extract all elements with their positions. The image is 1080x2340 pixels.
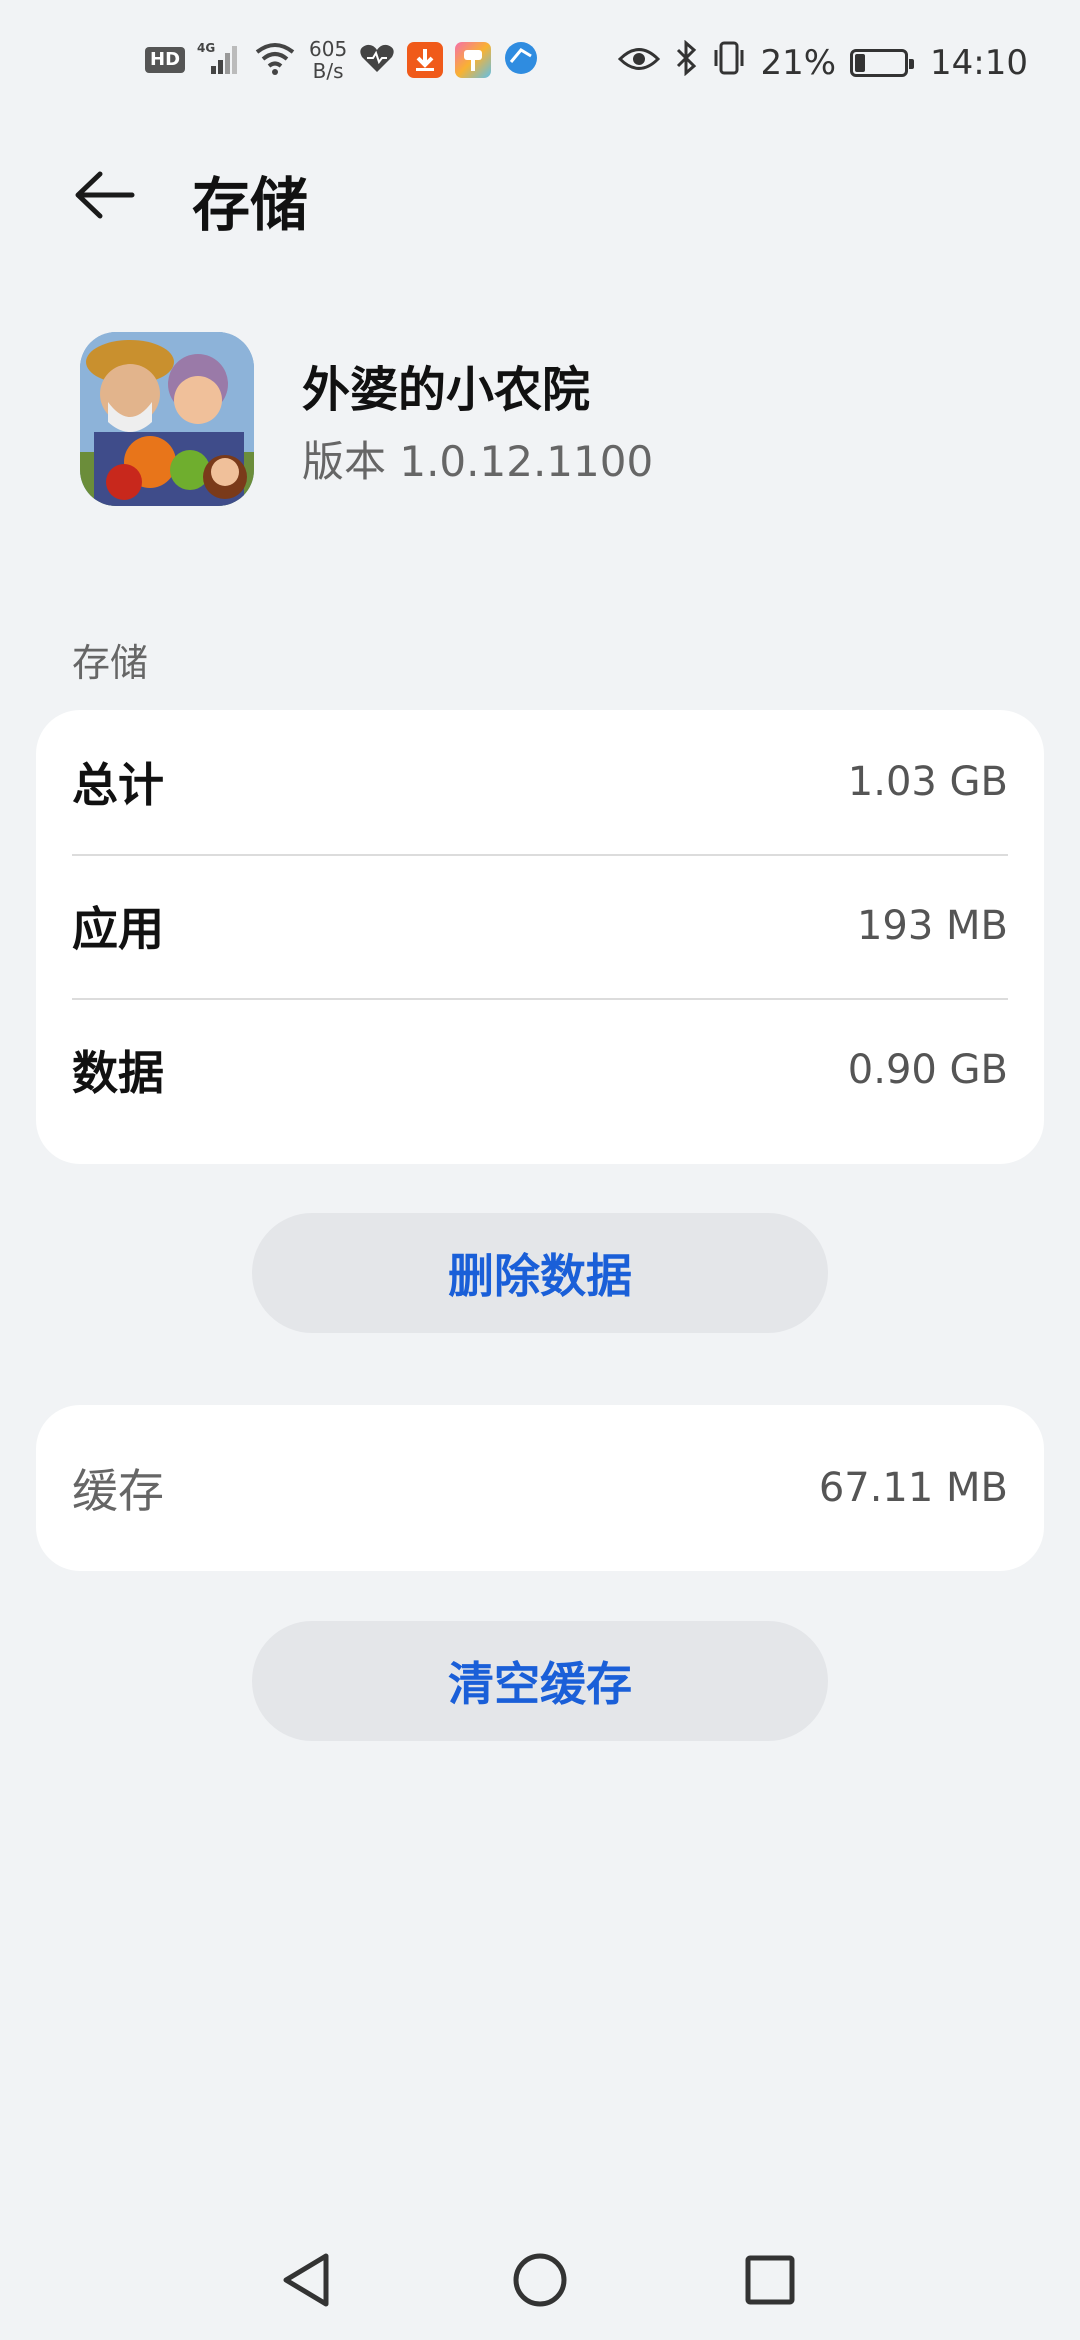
network-type: 4G	[197, 41, 215, 55]
storage-section-label: 存储	[72, 641, 149, 685]
triangle-back-icon	[283, 2253, 329, 2307]
hd-badge: HD	[145, 47, 186, 73]
row-value: 0.90 GB	[847, 1047, 1008, 1093]
app-icon	[80, 332, 254, 506]
header: 存储	[0, 150, 1080, 240]
row-value: 1.03 GB	[847, 759, 1008, 805]
nav-recents-button[interactable]	[730, 2240, 810, 2320]
battery-percent: 21%	[760, 42, 837, 83]
status-bar: HD 4G 605 B/s 21% 14:10	[0, 0, 1080, 130]
storage-card: 总计 1.03 GB 应用 193 MB 数据 0.90 GB	[36, 710, 1044, 1164]
nav-bar	[0, 2240, 1080, 2320]
row-value: 193 MB	[856, 903, 1008, 949]
network-speed: 605 B/s	[309, 38, 347, 82]
clock: 14:10	[930, 42, 1028, 83]
clear-cache-button[interactable]: 清空缓存	[252, 1621, 828, 1741]
storage-row-app: 应用 193 MB	[36, 854, 1044, 998]
status-left: HD 4G 605 B/s	[145, 38, 539, 82]
app-info: 外婆的小农院 版本 1.0.12.1100	[80, 332, 653, 506]
download-app-icon	[407, 42, 444, 78]
row-label: 数据	[72, 1046, 164, 1100]
eye-comfort-icon	[618, 43, 661, 83]
battery-icon	[850, 48, 915, 77]
paint-app-icon	[455, 42, 492, 78]
row-value: 67.11 MB	[818, 1465, 1008, 1511]
delete-data-button[interactable]: 删除数据	[252, 1213, 828, 1333]
cache-row: 缓存 67.11 MB	[36, 1405, 1044, 1571]
browser-app-icon	[503, 40, 539, 80]
row-label: 应用	[72, 902, 164, 956]
app-name: 外婆的小农院	[302, 361, 591, 418]
cache-card: 缓存 67.11 MB	[36, 1405, 1044, 1571]
square-recents-icon	[745, 2255, 795, 2305]
bluetooth-icon	[674, 39, 698, 85]
circle-home-icon	[513, 2253, 567, 2307]
back-arrow-icon	[75, 171, 135, 219]
cellular-signal-icon: 4G	[197, 40, 241, 80]
page-title: 存储	[192, 171, 309, 239]
storage-row-total: 总计 1.03 GB	[36, 710, 1044, 854]
network-speed-value: 605	[309, 37, 348, 61]
vibrate-icon	[712, 40, 746, 85]
storage-row-data: 数据 0.90 GB	[36, 998, 1044, 1142]
row-label: 总计	[72, 758, 164, 812]
nav-back-button[interactable]	[268, 2240, 348, 2320]
health-heart-icon	[359, 42, 395, 78]
nav-home-button[interactable]	[500, 2240, 580, 2320]
back-button[interactable]	[70, 160, 140, 230]
app-text: 外婆的小农院 版本 1.0.12.1100	[302, 350, 653, 489]
wifi-icon	[253, 40, 297, 80]
row-label: 缓存	[72, 1464, 164, 1518]
network-speed-unit: B/s	[312, 59, 344, 83]
app-version: 版本 1.0.12.1100	[302, 436, 654, 486]
status-right: 21% 14:10	[618, 39, 1028, 85]
battery-level	[855, 53, 866, 72]
